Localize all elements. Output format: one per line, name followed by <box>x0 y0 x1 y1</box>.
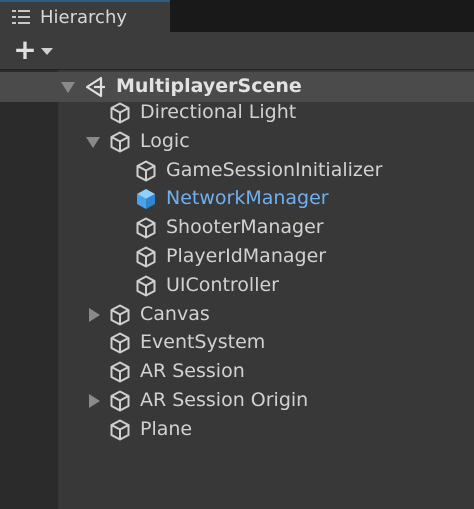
hierarchy-row[interactable]: Directional Light <box>0 99 474 127</box>
hierarchy-row[interactable]: PlayerIdManager <box>0 243 474 271</box>
hierarchy-row[interactable]: UIController <box>0 272 474 300</box>
gameobject-cube-icon <box>136 160 156 182</box>
gameobject-cube-icon <box>110 304 130 326</box>
hierarchy-item-label: Directional Light <box>140 101 297 123</box>
plus-icon: + <box>13 33 37 66</box>
hierarchy-row[interactable]: Canvas <box>0 301 474 329</box>
gameobject-cube-icon <box>110 419 130 441</box>
hierarchy-row[interactable]: Plane <box>0 416 474 444</box>
hierarchy-row[interactable]: AR Session <box>0 358 474 386</box>
add-gameobject-button[interactable]: + <box>6 36 60 64</box>
hierarchy-item-label: ShooterManager <box>166 216 324 239</box>
hierarchy-item-label: UIController <box>166 273 279 296</box>
caret-down-icon <box>40 47 53 55</box>
gameobject-cube-icon <box>110 332 130 354</box>
hierarchy-row[interactable]: EventSystem <box>0 329 474 357</box>
gameobject-cube-icon <box>136 275 156 297</box>
gameobject-cube-icon <box>110 390 130 412</box>
hierarchy-item-label: NetworkManager <box>166 187 329 210</box>
expand-arrow-icon[interactable] <box>86 136 100 148</box>
list-icon <box>12 9 32 25</box>
hierarchy-row[interactable]: GameSessionInitializer <box>0 157 474 185</box>
collapse-arrow-icon[interactable] <box>89 307 100 322</box>
hierarchy-toolbar: + <box>0 32 474 70</box>
scene-row[interactable]: MultiplayerScene <box>0 72 474 102</box>
gameobject-cube-icon <box>110 102 130 124</box>
tab-bar: Hierarchy <box>0 0 474 32</box>
gameobject-cube-icon <box>110 361 130 383</box>
hierarchy-item-label: GameSessionInitializer <box>166 158 383 181</box>
hierarchy-item-label: Plane <box>140 417 193 440</box>
hierarchy-item-label: PlayerIdManager <box>166 245 327 267</box>
collapse-arrow-icon[interactable] <box>89 394 100 408</box>
unity-logo-icon <box>85 76 105 98</box>
hierarchy-item-label: Logic <box>140 129 190 152</box>
gameobject-cube-icon <box>136 217 156 239</box>
gameobject-cube-icon <box>136 246 156 268</box>
hierarchy-row[interactable]: Logic <box>0 128 474 156</box>
hierarchy-row[interactable]: NetworkManager <box>0 185 474 213</box>
tab-title: Hierarchy <box>40 6 128 28</box>
hierarchy-item-label: Canvas <box>140 302 210 325</box>
expand-arrow-icon[interactable] <box>61 82 75 93</box>
scene-label: MultiplayerScene <box>116 75 302 97</box>
tab-hierarchy[interactable]: Hierarchy <box>0 0 170 32</box>
gameobject-cube-filled-icon <box>137 189 155 210</box>
hierarchy-row[interactable]: AR Session Origin <box>0 387 474 415</box>
hierarchy-item-label: AR Session <box>140 360 245 383</box>
gameobject-cube-icon <box>110 131 130 153</box>
hierarchy-row[interactable]: ShooterManager <box>0 214 474 242</box>
hierarchy-item-label: AR Session Origin <box>140 389 309 411</box>
hierarchy-item-label: EventSystem <box>140 331 266 354</box>
